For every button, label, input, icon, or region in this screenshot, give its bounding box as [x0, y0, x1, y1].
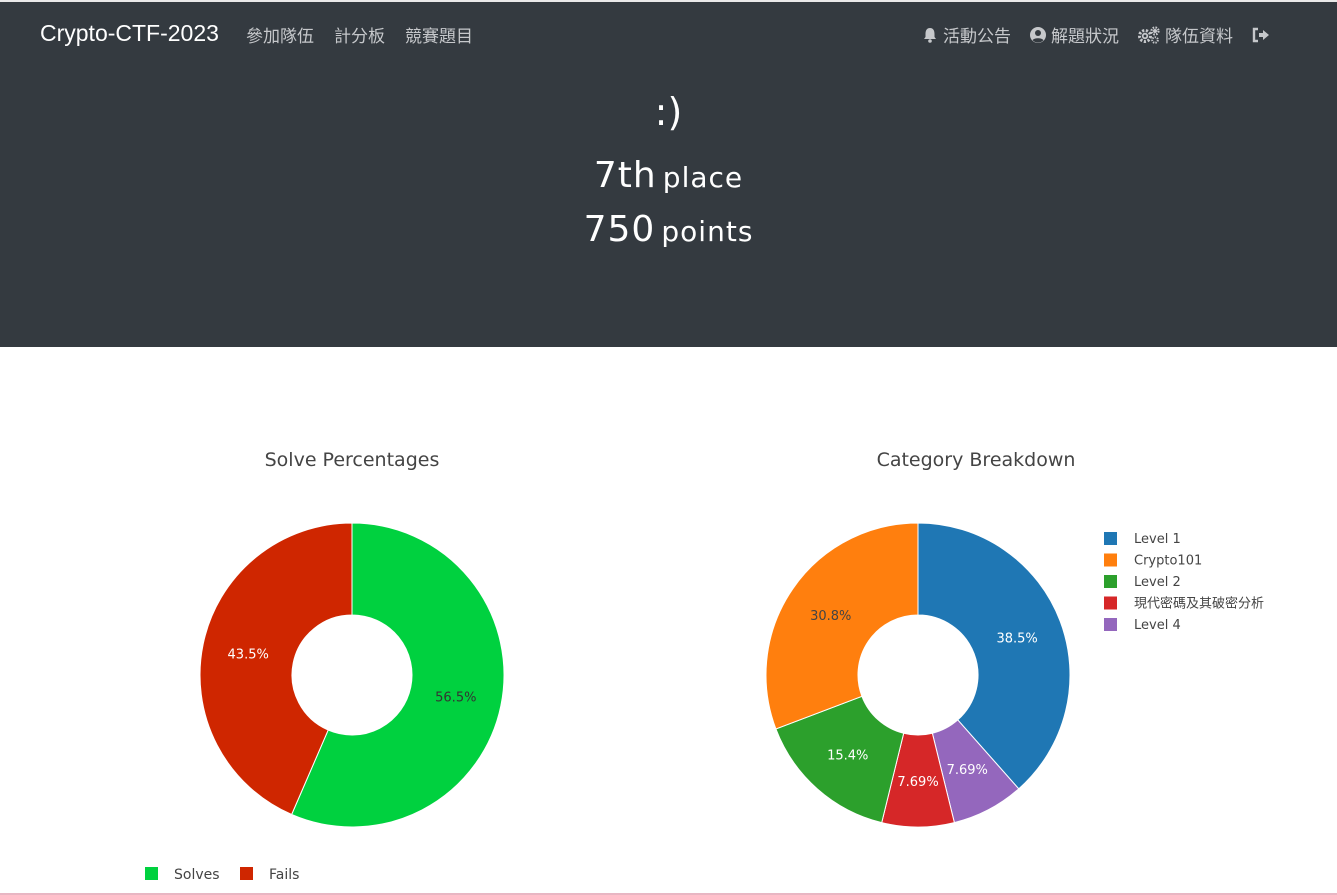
legend-swatch: [145, 867, 158, 880]
pie-value-label: 30.8%: [810, 609, 851, 624]
team-points: 750 points: [0, 209, 1337, 250]
legend-swatch: [1104, 618, 1117, 631]
legend-swatch: [1104, 553, 1117, 567]
primary-nav: 參加隊伍 計分板 競賽題目: [246, 22, 473, 47]
legend-label: 現代密碼及其破密分析: [1134, 596, 1264, 612]
nav-team-solves[interactable]: 解題狀況: [1029, 22, 1119, 47]
sign-out-icon: [1252, 27, 1269, 42]
team-name: :): [654, 90, 683, 134]
nav-team-solves-label: 解題狀況: [1051, 27, 1119, 47]
brand-link[interactable]: Crypto-CTF-2023: [40, 20, 219, 47]
legend-item-level-2[interactable]: Level 2: [1104, 575, 1181, 590]
legend-item-fails[interactable]: Fails: [240, 867, 299, 883]
team-place: 7th place: [0, 155, 1337, 196]
pie-value-label: 43.5%: [228, 648, 269, 663]
place-number: 7th: [593, 155, 657, 196]
nav-team-settings-label: 隊伍資料: [1165, 27, 1233, 47]
legend-label: Solves: [174, 867, 220, 883]
pie-value-label: 56.5%: [435, 690, 476, 705]
nav-scoreboard[interactable]: 計分板: [334, 22, 385, 47]
legend-item-level-4[interactable]: Level 4: [1104, 618, 1181, 633]
legend-label: Level 1: [1134, 532, 1181, 547]
nav-logout[interactable]: [1251, 22, 1275, 47]
legend-item-category[interactable]: 現代密碼及其破密分析: [1104, 596, 1264, 612]
user-circle-icon: [1030, 26, 1046, 43]
legend-label: Crypto101: [1134, 554, 1202, 569]
place-label: place: [662, 161, 744, 194]
points-number: 750: [583, 209, 656, 250]
nav-notifications[interactable]: 活動公告: [921, 22, 1011, 47]
pie-value-label: 7.69%: [947, 763, 988, 778]
legend-item-solves[interactable]: Solves: [145, 867, 220, 883]
chart-title: Category Breakdown: [877, 449, 1076, 471]
pie-slice-crypto101[interactable]: [765, 522, 919, 730]
nav-notifications-label: 活動公告: [943, 27, 1011, 47]
legend-label: Level 2: [1134, 575, 1181, 590]
legend-swatch: [1104, 532, 1117, 545]
legend-label: Fails: [269, 867, 299, 883]
category-breakdown-chart: Category Breakdown 38.5% 7.69% 7.69% 15.4% 3…: [765, 449, 1264, 828]
user-nav: 活動公告 解題狀況 隊伍資料: [921, 22, 1275, 47]
cogs-icon: [1138, 25, 1160, 44]
nav-teams[interactable]: 參加隊伍: [246, 22, 314, 47]
legend-label: Level 4: [1134, 618, 1181, 633]
nav-team-settings[interactable]: 隊伍資料: [1137, 22, 1233, 47]
team-header: Crypto-CTF-2023 參加隊伍 計分板 競賽題目 活動公告 解題狀況: [0, 2, 1337, 347]
solve-percentages-chart: Solve Percentages 56.5% 43.5% Solves Fails: [145, 449, 505, 883]
pie-value-label: 7.69%: [897, 775, 938, 790]
legend-swatch: [240, 867, 253, 880]
legend-swatch: [1104, 575, 1117, 588]
legend-swatch: [1104, 596, 1117, 610]
nav-challenges[interactable]: 競賽題目: [405, 22, 473, 47]
bell-icon: [924, 27, 936, 43]
legend-item-level-1[interactable]: Level 1: [1104, 532, 1181, 547]
pie-value-label: 38.5%: [996, 631, 1037, 646]
chart-title: Solve Percentages: [265, 449, 440, 471]
pie-value-label: 15.4%: [827, 748, 868, 763]
legend-item-crypto101[interactable]: Crypto101: [1104, 553, 1202, 569]
points-label: points: [661, 215, 754, 248]
